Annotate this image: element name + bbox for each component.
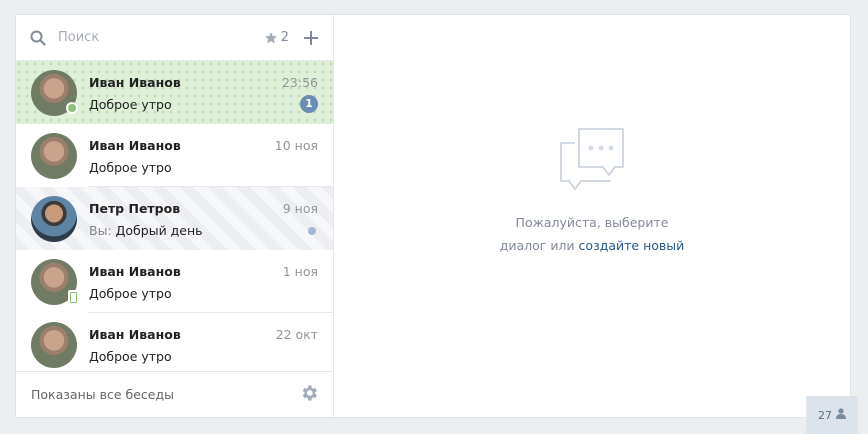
online-indicator-icon <box>66 101 78 114</box>
dialog-message-text: Доброе утро <box>89 286 172 301</box>
search-input[interactable] <box>58 30 264 45</box>
outgoing-unread-icon <box>308 227 316 235</box>
dialog-message-text: Доброе утро <box>89 97 172 112</box>
search-bar: 2 <box>16 15 333 61</box>
avatar <box>31 195 77 242</box>
create-new-dialog-link[interactable]: создайте новый <box>579 238 685 253</box>
empty-state-prefix: диалог или <box>499 238 575 253</box>
messenger-window: 2 Иван Иванов 23:56 Доброе утро 1 <box>15 14 851 418</box>
online-friends-counter[interactable]: 27 <box>806 396 858 434</box>
dialog-message: Доброе утро <box>89 160 172 175</box>
outgoing-prefix: Вы: <box>89 223 112 238</box>
dialog-row[interactable]: Иван Иванов 23:56 Доброе утро 1 <box>16 61 333 124</box>
dialog-message-text: Добрый день <box>115 223 203 238</box>
dialog-time: 9 ноя <box>282 201 318 216</box>
chat-bubbles-icon <box>557 128 627 195</box>
unread-count-badge: 1 <box>300 95 318 113</box>
search-icon <box>30 30 46 46</box>
dialog-row[interactable]: Иван Иванов 10 ноя Доброе утро <box>16 124 333 187</box>
conversation-panel: Пожалуйста, выберите диалог или создайте… <box>334 15 850 417</box>
dialog-time: 22 окт <box>275 327 318 342</box>
dialogs-filter-status: Показаны все беседы <box>31 387 174 402</box>
dialogs-panel: 2 Иван Иванов 23:56 Доброе утро 1 <box>16 15 334 417</box>
settings-gear-icon[interactable] <box>299 383 319 407</box>
dialog-name: Иван Иванов <box>89 264 181 279</box>
dialog-row[interactable]: Иван Иванов 1 ноя Доброе утро <box>16 250 333 313</box>
empty-state: Пожалуйста, выберите диалог или создайте… <box>334 125 850 253</box>
star-icon <box>264 31 278 45</box>
dialog-name: Иван Иванов <box>89 327 181 342</box>
avatar <box>31 258 79 305</box>
avatar <box>31 321 77 368</box>
empty-state-text-line2: диалог или создайте новый <box>334 238 850 253</box>
dialog-message: Доброе утро <box>89 97 172 112</box>
dialog-message: Вы: Добрый день <box>89 223 203 238</box>
dialog-message-text: Доброе утро <box>89 160 172 175</box>
dialogs-footer: Показаны все беседы <box>16 371 333 417</box>
avatar <box>31 132 77 179</box>
new-dialog-button[interactable] <box>303 30 319 46</box>
dialog-name: Иван Иванов <box>89 138 181 153</box>
dialog-row[interactable]: Петр Петров 9 ноя Вы: Добрый день <box>16 187 333 250</box>
dialog-name: Иван Иванов <box>89 75 181 90</box>
mobile-online-icon <box>68 289 79 305</box>
favorites-count: 2 <box>280 30 289 45</box>
dialog-name: Петр Петров <box>89 201 181 216</box>
dialog-time: 23:56 <box>281 75 318 90</box>
dialog-list: Иван Иванов 23:56 Доброе утро 1 Иван Ива… <box>16 61 333 376</box>
favorites-filter[interactable]: 2 <box>264 30 289 45</box>
dialog-time: 10 ноя <box>274 138 318 153</box>
dialog-time: 1 ноя <box>282 264 318 279</box>
dialog-message: Доброе утро <box>89 286 172 301</box>
dialog-message: Доброе утро <box>89 349 172 364</box>
dialog-row[interactable]: Иван Иванов 22 окт Доброе утро <box>16 313 333 376</box>
empty-state-text: Пожалуйста, выберите <box>515 215 669 230</box>
avatar <box>31 69 78 116</box>
online-count: 27 <box>818 408 832 422</box>
person-icon <box>832 408 846 422</box>
dialog-message-text: Доброе утро <box>89 349 172 364</box>
